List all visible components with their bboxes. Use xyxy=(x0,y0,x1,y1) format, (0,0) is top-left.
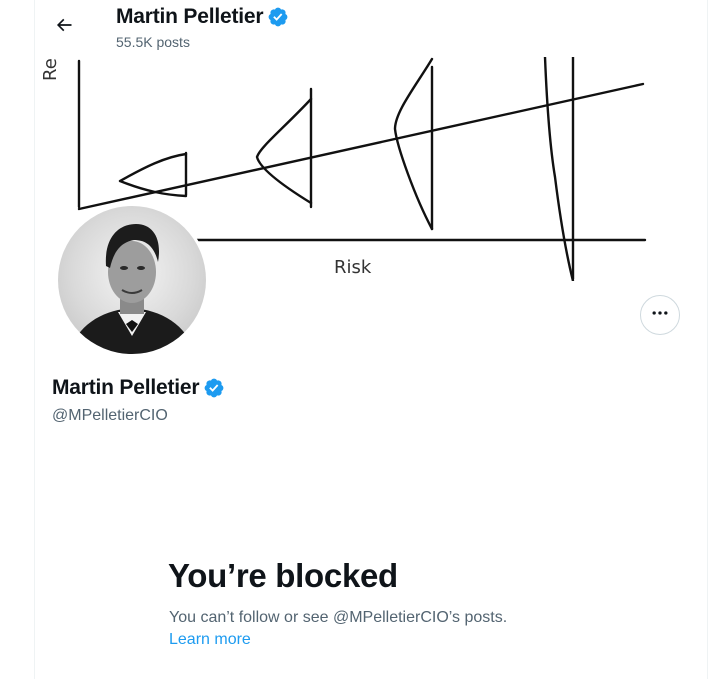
header-posts-count: 55.5K posts xyxy=(116,34,190,50)
banner-y-axis-label: Re xyxy=(40,58,61,81)
more-horizontal-icon xyxy=(650,303,670,328)
blocked-description: You can’t follow or see @MPelletierCIO’s… xyxy=(169,609,508,626)
verified-badge-icon xyxy=(203,377,225,399)
learn-more-link[interactable]: Learn more xyxy=(169,631,251,649)
profile-name-row: Martin Pelletier xyxy=(52,376,225,400)
avatar-image xyxy=(58,206,206,354)
header-name: Martin Pelletier xyxy=(116,5,264,28)
profile-name: Martin Pelletier xyxy=(52,376,200,399)
banner-x-axis-label: Risk xyxy=(334,257,372,278)
column-border-right xyxy=(707,0,708,679)
back-button[interactable] xyxy=(44,7,84,47)
more-options-button[interactable] xyxy=(640,295,680,335)
profile-avatar[interactable] xyxy=(55,203,209,357)
header-title-row: Martin Pelletier xyxy=(116,5,289,29)
back-arrow-icon xyxy=(54,15,74,40)
verified-badge-icon xyxy=(267,6,289,28)
blocked-title: You’re blocked xyxy=(168,557,398,594)
profile-handle: @MPelletierCIO xyxy=(52,407,168,424)
